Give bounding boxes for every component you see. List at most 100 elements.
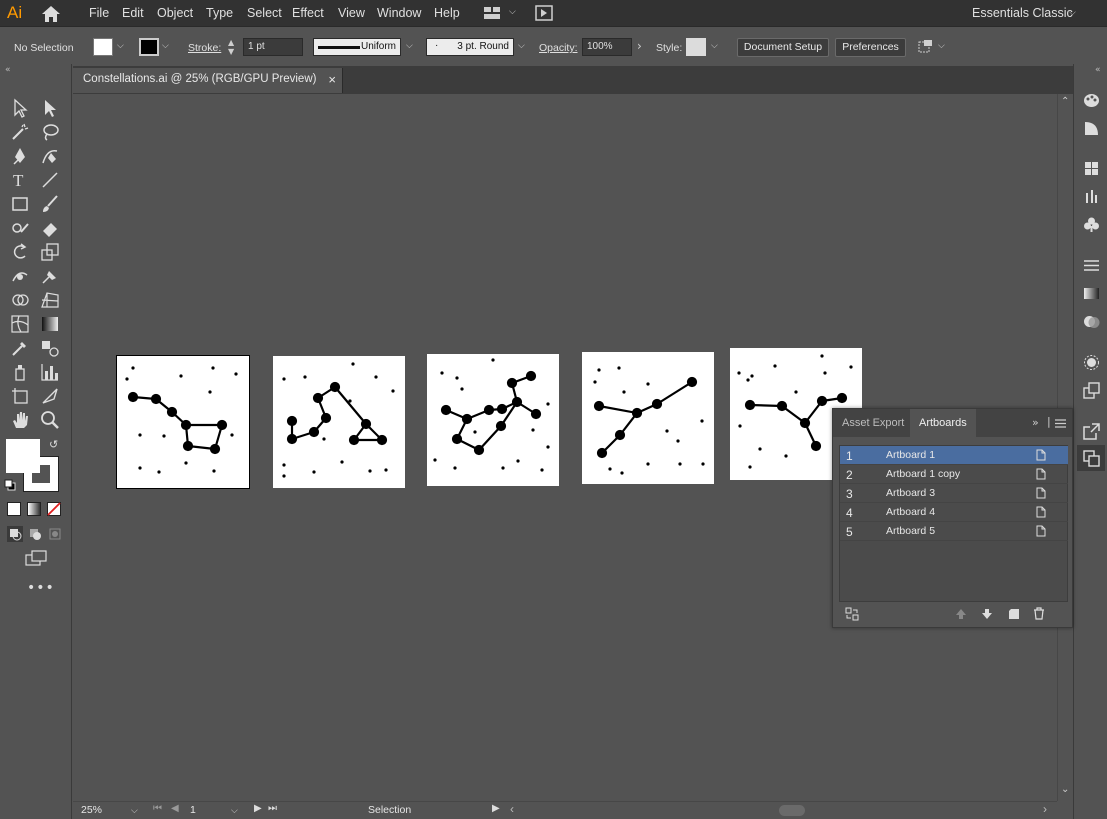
artboards-panel-icon[interactable] xyxy=(1083,450,1100,467)
chevron-down-icon[interactable]: ⌵ xyxy=(711,41,718,51)
menu-view[interactable]: View xyxy=(338,6,365,20)
panel-menu-icon[interactable] xyxy=(1055,419,1066,428)
workspace-switcher[interactable]: Essentials Classic xyxy=(972,6,1073,20)
rearrange-artboards-icon[interactable] xyxy=(845,607,859,621)
perspective-grid-tool-icon[interactable] xyxy=(39,289,61,311)
zoom-level[interactable]: 25% xyxy=(81,804,102,816)
lasso-tool-icon[interactable] xyxy=(39,121,61,143)
brushes-icon[interactable] xyxy=(1083,188,1100,205)
stroke-swatch[interactable] xyxy=(139,38,159,56)
none-mode-icon[interactable] xyxy=(47,502,61,516)
menu-select[interactable]: Select xyxy=(247,6,282,20)
close-icon[interactable]: × xyxy=(328,72,336,87)
free-transform-tool-icon[interactable] xyxy=(39,265,61,287)
artboard-name[interactable]: Artboard 3 xyxy=(886,487,935,499)
rotate-tool-icon[interactable] xyxy=(9,241,31,263)
artboard-options-icon[interactable] xyxy=(1036,468,1046,480)
home-icon[interactable] xyxy=(40,5,62,23)
artboard-name[interactable]: Artboard 1 xyxy=(886,449,935,461)
tab-artboards[interactable]: Artboards xyxy=(910,409,976,437)
menu-file[interactable]: File xyxy=(89,6,109,20)
stroke-style-field[interactable]: Uniform xyxy=(313,38,401,56)
chevron-down-icon[interactable]: ⌵ xyxy=(117,41,124,51)
artboard-3[interactable] xyxy=(427,354,559,486)
expand-panels-icon[interactable]: « xyxy=(1095,65,1101,75)
graphic-styles-icon[interactable] xyxy=(1083,382,1100,399)
stepper-up-icon[interactable]: ▲ xyxy=(228,38,234,47)
artboard-name[interactable]: Artboard 4 xyxy=(886,506,935,518)
gradient-panel-icon[interactable] xyxy=(1083,285,1100,302)
brush-definition-field[interactable]: · 3 pt. Round xyxy=(426,38,514,56)
draw-behind-icon[interactable] xyxy=(27,526,43,542)
opacity-field[interactable]: 100% xyxy=(582,38,632,56)
artboard-number[interactable]: 1 xyxy=(190,804,196,816)
gradient-mode-icon[interactable] xyxy=(27,502,41,516)
draw-normal-icon[interactable] xyxy=(7,526,23,542)
new-artboard-icon[interactable] xyxy=(1008,608,1020,620)
gradient-tool-icon[interactable] xyxy=(39,313,61,335)
chevron-right-icon[interactable]: › xyxy=(637,39,642,53)
puppet-warp-tool-icon[interactable] xyxy=(9,265,31,287)
swatches-icon[interactable] xyxy=(1083,160,1100,177)
stroke-panel-icon[interactable] xyxy=(1083,257,1100,274)
artboard-row[interactable]: 3 Artboard 3 xyxy=(840,484,1068,503)
preferences-button[interactable]: Preferences xyxy=(835,38,906,57)
artboard-4[interactable] xyxy=(582,352,714,484)
direct-selection-tool-icon[interactable] xyxy=(39,97,61,119)
zoom-tool-icon[interactable] xyxy=(39,409,61,431)
default-colors-icon[interactable] xyxy=(4,479,16,491)
stroke-label[interactable]: Stroke: xyxy=(188,42,221,54)
artboard-row[interactable]: 5 Artboard 5 xyxy=(840,522,1068,541)
menu-type[interactable]: Type xyxy=(206,6,233,20)
chevron-down-icon[interactable]: ⌵ xyxy=(231,805,238,816)
chevron-down-icon[interactable]: ⌵ xyxy=(518,41,525,51)
opacity-label[interactable]: Opacity: xyxy=(539,42,578,54)
collapse-panel-icon[interactable]: « xyxy=(5,65,11,75)
artboard-name[interactable]: Artboard 5 xyxy=(886,525,935,537)
artboard-options-icon[interactable] xyxy=(1036,487,1046,499)
artboard-1[interactable] xyxy=(116,355,250,489)
artboard-name[interactable]: Artboard 1 copy xyxy=(886,468,960,480)
chevron-down-icon[interactable]: ⌵ xyxy=(406,41,413,51)
screen-mode-icon[interactable] xyxy=(25,550,47,566)
color-mode-icon[interactable] xyxy=(7,502,21,516)
graphic-style-swatch[interactable] xyxy=(686,38,706,56)
chevron-down-icon[interactable]: ⌵ xyxy=(162,41,169,51)
mesh-tool-icon[interactable] xyxy=(9,313,31,335)
delete-artboard-icon[interactable] xyxy=(1033,607,1045,620)
last-artboard-icon[interactable]: ⏭ xyxy=(268,803,277,814)
transparency-icon[interactable] xyxy=(1083,313,1100,330)
color-palette-icon[interactable] xyxy=(1083,92,1100,109)
curvature-tool-icon[interactable] xyxy=(39,145,61,167)
shape-builder-tool-icon[interactable] xyxy=(9,289,31,311)
selection-tool-icon[interactable] xyxy=(9,97,31,119)
color-guide-icon[interactable] xyxy=(1083,120,1100,137)
move-down-icon[interactable] xyxy=(981,608,993,620)
slice-tool-icon[interactable] xyxy=(39,385,61,407)
artboard-row[interactable]: 4 Artboard 4 xyxy=(840,503,1068,522)
artboard-tool-icon[interactable] xyxy=(9,385,31,407)
artboard-options-icon[interactable] xyxy=(1036,525,1046,537)
scroll-right-icon[interactable]: › xyxy=(1043,802,1047,816)
line-tool-icon[interactable] xyxy=(39,169,61,191)
draw-inside-icon[interactable] xyxy=(47,526,63,542)
symbol-sprayer-tool-icon[interactable] xyxy=(9,361,31,383)
blend-tool-icon[interactable] xyxy=(39,337,61,359)
artboard-row[interactable]: 1 Artboard 1 xyxy=(840,446,1068,465)
menu-object[interactable]: Object xyxy=(157,6,193,20)
edit-toolbar-icon[interactable]: ••• xyxy=(27,580,55,596)
artboard-options-icon[interactable] xyxy=(1036,449,1046,461)
menu-window[interactable]: Window xyxy=(377,6,421,20)
artboard-options-icon[interactable] xyxy=(1036,506,1046,518)
rectangle-tool-icon[interactable] xyxy=(9,193,31,215)
scale-tool-icon[interactable] xyxy=(39,241,61,263)
magic-wand-icon[interactable] xyxy=(9,121,31,143)
shaper-tool-icon[interactable] xyxy=(9,217,31,239)
artboard-row[interactable]: 2 Artboard 1 copy xyxy=(840,465,1068,484)
arrange-documents-icon[interactable] xyxy=(483,6,501,20)
eyedropper-tool-icon[interactable] xyxy=(9,337,31,359)
fill-color-swatch-front[interactable] xyxy=(6,439,40,473)
menu-help[interactable]: Help xyxy=(434,6,460,20)
export-icon[interactable] xyxy=(1083,423,1100,440)
first-artboard-icon[interactable]: ⏮ xyxy=(153,803,162,814)
